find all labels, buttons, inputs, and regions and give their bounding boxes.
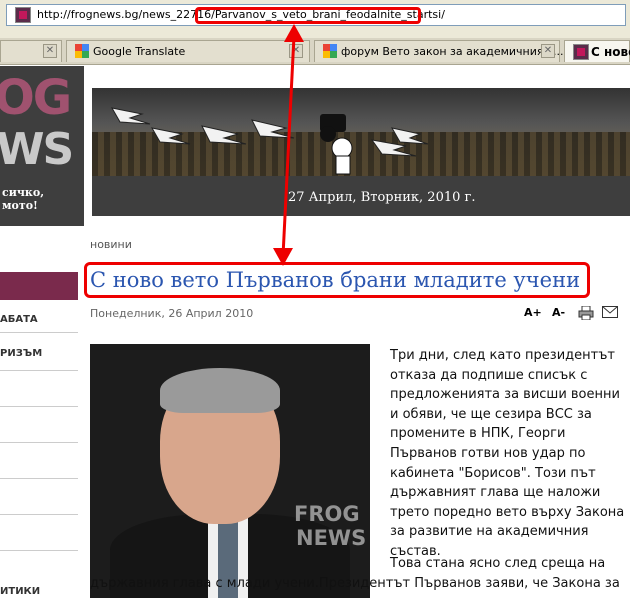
close-icon[interactable]: ✕ [541, 44, 555, 58]
article-paragraph: Три дни, след като президентът отказа да… [390, 348, 625, 559]
close-icon[interactable]: ✕ [43, 44, 57, 58]
header-banner-image [92, 88, 630, 176]
google-icon [75, 44, 89, 58]
site-header: 27 Април, Вторник, 2010 г. [84, 66, 630, 226]
site-favicon-icon [573, 44, 589, 60]
logo-text-bottom: WS [0, 124, 74, 175]
article-category[interactable]: новини [90, 238, 132, 251]
storks-graphic [111, 107, 429, 175]
divider [0, 406, 78, 407]
slogan-line: сичко, [2, 186, 45, 199]
tab-forum[interactable]: форум Вето закон за академичния с... ✕ [314, 40, 564, 62]
article-photo: FROG NEWS [90, 344, 370, 598]
url-highlight-annotation [195, 7, 421, 24]
font-decrease-button[interactable]: A- [552, 306, 565, 319]
email-icon[interactable] [602, 306, 618, 318]
current-date: 27 Април, Вторник, 2010 г. [288, 190, 476, 205]
site-favicon-icon [15, 7, 31, 23]
nav-accent-bar [0, 272, 78, 300]
tab-bar: ✕ Google Translate ✕ форум Вето закон за… [0, 38, 630, 65]
tab-google-translate[interactable]: Google Translate ✕ [66, 40, 310, 62]
address-bar[interactable]: http://frognews.bg/news_22716/Parvanov_s… [6, 4, 626, 26]
slogan-line: мото! [2, 199, 38, 212]
address-bar-area: http://frognews.bg/news_22716/Parvanov_s… [0, 0, 630, 38]
tab-label: Google Translate [93, 45, 186, 58]
close-icon[interactable]: ✕ [289, 44, 303, 58]
divider [0, 370, 78, 371]
divider [0, 442, 78, 443]
article-paragraph: Това стана ясно след среща на [390, 556, 606, 571]
site-logo[interactable]: OG WS сичко, мото! [0, 66, 84, 226]
photo-hair-shape [160, 368, 280, 413]
tab-1[interactable]: ✕ [0, 40, 62, 62]
print-icon[interactable] [578, 306, 594, 320]
divider [0, 514, 78, 515]
photo-watermark: FROG [294, 502, 360, 526]
google-icon [323, 44, 337, 58]
date-bar: 27 Април, Вторник, 2010 г. [92, 176, 630, 216]
divider [0, 478, 78, 479]
font-increase-button[interactable]: A+ [524, 306, 542, 319]
article-paragraph: държавния глава с млади учени.Президентъ… [90, 576, 620, 591]
divider [0, 550, 78, 551]
photo-watermark: NEWS [296, 526, 367, 550]
divider [0, 332, 78, 333]
nav-item[interactable]: РИЗЪМ [0, 348, 42, 359]
nav-item[interactable]: АБАТА [0, 314, 38, 325]
tab-active-article[interactable]: С ново [564, 40, 630, 62]
article-date: Понеделник, 26 Април 2010 [90, 307, 254, 320]
tab-label: С ново [591, 45, 630, 59]
article-title[interactable]: С ново вето Първанов брани младите учени [90, 268, 580, 292]
logo-text-top: OG [0, 70, 72, 126]
tab-label: форум Вето закон за академичния с... [341, 45, 564, 58]
nav-item[interactable]: ИТИКИ [0, 586, 40, 597]
logo-slogan: сичко, мото! [2, 186, 44, 212]
